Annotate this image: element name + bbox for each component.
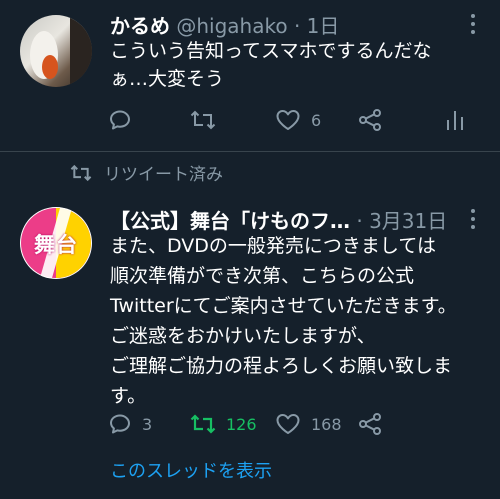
analytics-icon [447,111,463,130]
retweet-button[interactable]: 126 [190,412,257,436]
tweet-text: また、DVDの一般発売につきましては 順次準備ができ次第、こちらの公式 Twit… [110,235,457,407]
reply-icon [110,110,130,130]
timestamp[interactable]: 3月31日 [369,209,447,233]
display-name[interactable]: 【公式】舞台「けものフ… [110,209,350,233]
separator-dot: · [356,209,363,233]
display-name[interactable]: かるめ [110,14,170,38]
like-count: 168 [311,414,342,434]
retweet-context-label: リツイート済み [104,165,223,185]
retweet-context-icon [70,164,92,181]
share-icon [359,109,381,131]
separator-dot: · [293,14,301,38]
tweet-official[interactable]: 舞台 【公式】舞台「けものフ… · 3月31日 また、DVDの一般発売につきまし… [0,195,500,499]
like-button[interactable]: 6 [275,108,321,132]
retweet-icon [190,110,216,130]
tweet-header: 【公式】舞台「けものフ… · 3月31日 [110,205,447,234]
timestamp[interactable]: 1日 [307,14,340,38]
like-button[interactable]: 168 [275,412,342,436]
reply-icon [110,414,130,434]
retweet-context: リツイート済み [70,160,223,185]
reply-button[interactable] [108,108,132,132]
handle[interactable]: @higahako [176,14,287,38]
avatar-official[interactable]: 舞台 [20,207,92,279]
more-options-icon[interactable] [470,14,476,38]
reply-count: 3 [142,414,153,434]
analytics-button[interactable] [444,108,466,132]
avatar-image [30,15,92,87]
tweet-text: こういう告知ってスマホでするんだな ぁ…大変そう [110,40,432,90]
tweet-divider [0,151,500,152]
show-thread-link[interactable]: このスレッドを表示 [110,457,272,483]
avatar-text: 舞台 [34,233,78,257]
more-options-icon[interactable] [470,209,476,233]
avatar-karume[interactable] [20,15,92,87]
retweet-count: 126 [226,414,257,434]
retweet-button[interactable] [190,108,216,132]
share-button[interactable] [358,412,382,436]
retweet-icon [190,414,216,434]
share-icon [359,413,381,435]
heart-icon [276,110,300,130]
reply-button[interactable]: 3 [108,412,152,436]
like-count: 6 [311,110,322,130]
tweet-karume[interactable]: かるめ @higahako · 1日 こういう告知ってスマホでするんだな ぁ…大… [0,0,500,150]
heart-icon [276,414,300,434]
tweet-header: かるめ @higahako · 1日 [110,10,339,39]
share-button[interactable] [358,108,382,132]
